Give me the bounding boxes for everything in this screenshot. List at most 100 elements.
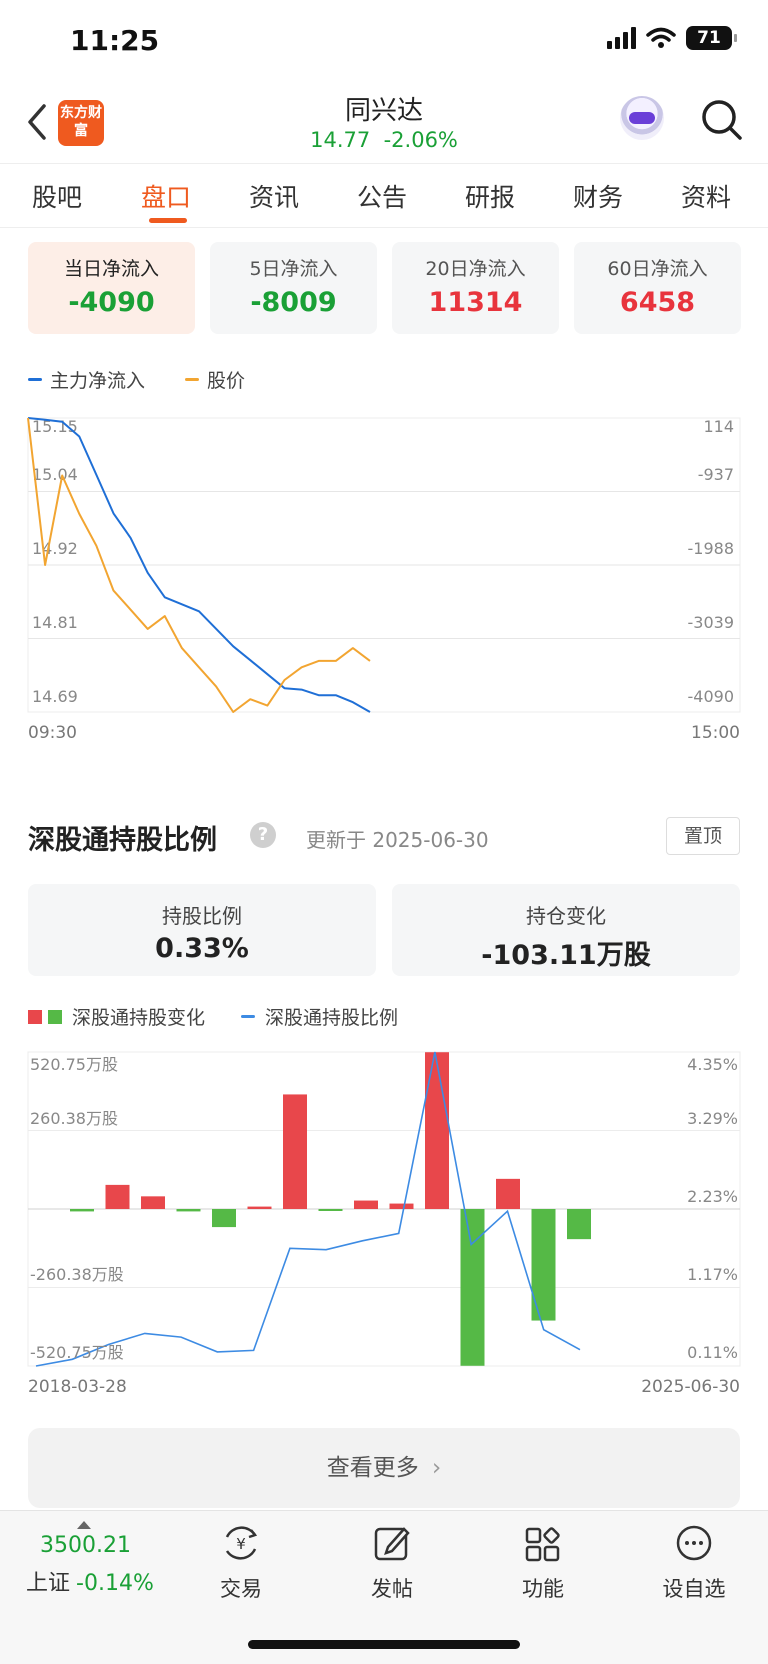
flow-chart[interactable]: 15.1515.0414.9214.8114.69 114-937-1988-3… bbox=[0, 400, 768, 750]
expand-up-icon[interactable] bbox=[77, 1521, 91, 1529]
nav-header: 东方财富 同兴达 14.77 -2.06% bbox=[0, 80, 768, 164]
legend-change: 深股通持股变化 bbox=[28, 1003, 205, 1030]
y-left-tick: 520.75万股 bbox=[30, 1055, 118, 1074]
flow-card-value: 6458 bbox=[619, 287, 696, 318]
y-left-tick: 15.04 bbox=[32, 465, 78, 484]
more-dots-icon bbox=[676, 1525, 712, 1561]
help-icon[interactable]: ? bbox=[250, 822, 276, 848]
holding-change-bar bbox=[318, 1209, 343, 1211]
tab-guba[interactable]: 股吧 bbox=[32, 178, 82, 214]
flow-card-value: -4090 bbox=[68, 287, 155, 318]
function-button[interactable]: 功能 bbox=[498, 1521, 588, 1603]
holding-change-bar bbox=[496, 1178, 520, 1209]
holding-change-bar bbox=[354, 1200, 378, 1209]
hold-ratio-value: 0.33% bbox=[155, 933, 249, 964]
y-right-tick: 114 bbox=[703, 417, 734, 436]
holding-change-bar bbox=[283, 1094, 307, 1209]
update-date: 更新于 2025-06-30 bbox=[306, 828, 489, 852]
flow-card-label: 60日净流入 bbox=[607, 258, 708, 280]
y-right-tick: 4.35% bbox=[687, 1055, 738, 1074]
x-tick-end: 15:00 bbox=[691, 723, 740, 743]
flow-card-20d[interactable]: 20日净流入 11314 bbox=[392, 242, 559, 334]
flow-card-value: -8009 bbox=[250, 287, 337, 318]
position-change-card: 持仓变化 -103.11万股 bbox=[392, 884, 740, 976]
holding-change-bar bbox=[425, 1052, 449, 1209]
view-more-button[interactable]: 查看更多 › bbox=[28, 1428, 740, 1508]
holding-change-bar bbox=[247, 1206, 272, 1209]
trade-label: 交易 bbox=[220, 1577, 262, 1601]
signal-icon bbox=[607, 27, 636, 49]
tab-caiwu[interactable]: 财务 bbox=[573, 178, 623, 214]
x-tick-end: 2025-06-30 bbox=[641, 1377, 740, 1397]
pin-button[interactable]: 置顶 bbox=[666, 817, 740, 855]
view-more-label: 查看更多 bbox=[326, 1455, 419, 1481]
tab-gonggao[interactable]: 公告 bbox=[357, 178, 407, 214]
chevron-right-icon: › bbox=[432, 1455, 442, 1481]
active-tab-indicator bbox=[149, 218, 187, 223]
status-bar: 11:25 71 bbox=[0, 0, 768, 80]
search-icon[interactable] bbox=[700, 98, 744, 142]
y-left-tick: -260.38万股 bbox=[30, 1265, 124, 1284]
position-change-value: -103.11万股 bbox=[481, 940, 651, 971]
stock-change: -2.06% bbox=[383, 128, 458, 152]
y-left-tick: -520.75万股 bbox=[30, 1343, 124, 1362]
trade-button[interactable]: ¥ 交易 bbox=[196, 1521, 286, 1603]
x-tick-start: 09:30 bbox=[28, 723, 77, 743]
flow-card-value: 11314 bbox=[428, 287, 523, 318]
y-right-tick: -937 bbox=[698, 465, 734, 484]
legend-ratio: 深股通持股比例 bbox=[241, 1003, 398, 1030]
legend-main-flow: 主力净流入 bbox=[28, 366, 145, 393]
index-summary[interactable]: 上证 -0.14% bbox=[26, 1565, 154, 1597]
legend-price: 股价 bbox=[185, 366, 245, 393]
y-right-tick: 1.17% bbox=[687, 1265, 738, 1284]
holding-chart-legend: 深股通持股变化 深股通持股比例 bbox=[28, 1003, 398, 1030]
y-right-tick: 3.29% bbox=[687, 1109, 738, 1128]
legend-change-label: 深股通持股变化 bbox=[72, 1007, 206, 1029]
flow-card-label: 5日净流入 bbox=[249, 258, 338, 280]
home-indicator[interactable] bbox=[248, 1640, 520, 1649]
y-left-tick: 14.92 bbox=[32, 539, 78, 558]
svg-text:¥: ¥ bbox=[236, 1535, 246, 1553]
tab-bar: 股吧 盘口 资讯 公告 研报 财务 资料 bbox=[0, 170, 768, 228]
y-left-tick: 14.69 bbox=[32, 687, 78, 706]
y-right-tick: 0.11% bbox=[687, 1343, 738, 1362]
stock-price: 14.77 bbox=[310, 128, 371, 152]
legend-ratio-label: 深股通持股比例 bbox=[265, 1007, 399, 1029]
tab-ziliao[interactable]: 资料 bbox=[681, 178, 731, 214]
x-tick-start: 2018-03-28 bbox=[28, 1377, 127, 1397]
position-change-label: 持仓变化 bbox=[526, 904, 606, 928]
wifi-icon bbox=[646, 27, 676, 48]
holding-change-bar bbox=[105, 1184, 130, 1209]
status-time: 11:25 bbox=[70, 24, 160, 57]
holding-change-bar bbox=[460, 1209, 485, 1366]
flow-card-today[interactable]: 当日净流入 -4090 bbox=[28, 242, 195, 334]
post-label: 发帖 bbox=[371, 1577, 413, 1601]
robot-assistant-icon[interactable] bbox=[620, 96, 664, 140]
section-title: 深股通持股比例 bbox=[28, 825, 217, 856]
function-label: 功能 bbox=[522, 1577, 564, 1601]
battery-icon: 71 bbox=[686, 26, 737, 50]
flow-card-60d[interactable]: 60日净流入 6458 bbox=[574, 242, 741, 334]
add-watchlist-button[interactable]: 设自选 bbox=[649, 1521, 739, 1603]
hold-ratio-label: 持股比例 bbox=[162, 904, 242, 928]
index-name: 上证 bbox=[26, 1571, 71, 1596]
y-right-tick: -1988 bbox=[688, 539, 735, 558]
tab-yanbao[interactable]: 研报 bbox=[465, 178, 515, 214]
tab-pankou[interactable]: 盘口 bbox=[141, 178, 191, 214]
index-change: -0.14% bbox=[76, 1571, 154, 1596]
post-button[interactable]: 发帖 bbox=[347, 1521, 437, 1603]
holding-change-bar bbox=[567, 1209, 591, 1240]
y-right-tick: 2.23% bbox=[687, 1187, 738, 1206]
grid-apps-icon bbox=[525, 1527, 560, 1562]
index-value[interactable]: 3500.21 bbox=[40, 1533, 131, 1558]
y-left-tick: 14.81 bbox=[32, 613, 78, 632]
legend-price-label: 股价 bbox=[207, 370, 246, 392]
flow-card-label: 当日净流入 bbox=[63, 258, 159, 280]
holding-chart[interactable]: 520.75万股 260.38万股 -260.38万股 -520.75万股 4.35%… bbox=[0, 1040, 768, 1400]
flow-card-5d[interactable]: 5日净流入 -8009 bbox=[210, 242, 377, 334]
holding-change-bar bbox=[70, 1209, 94, 1212]
holding-change-bar bbox=[212, 1209, 236, 1228]
tab-zixun[interactable]: 资讯 bbox=[249, 178, 299, 214]
flow-chart-legend: 主力净流入 股价 bbox=[28, 366, 245, 393]
edit-icon bbox=[374, 1527, 410, 1561]
